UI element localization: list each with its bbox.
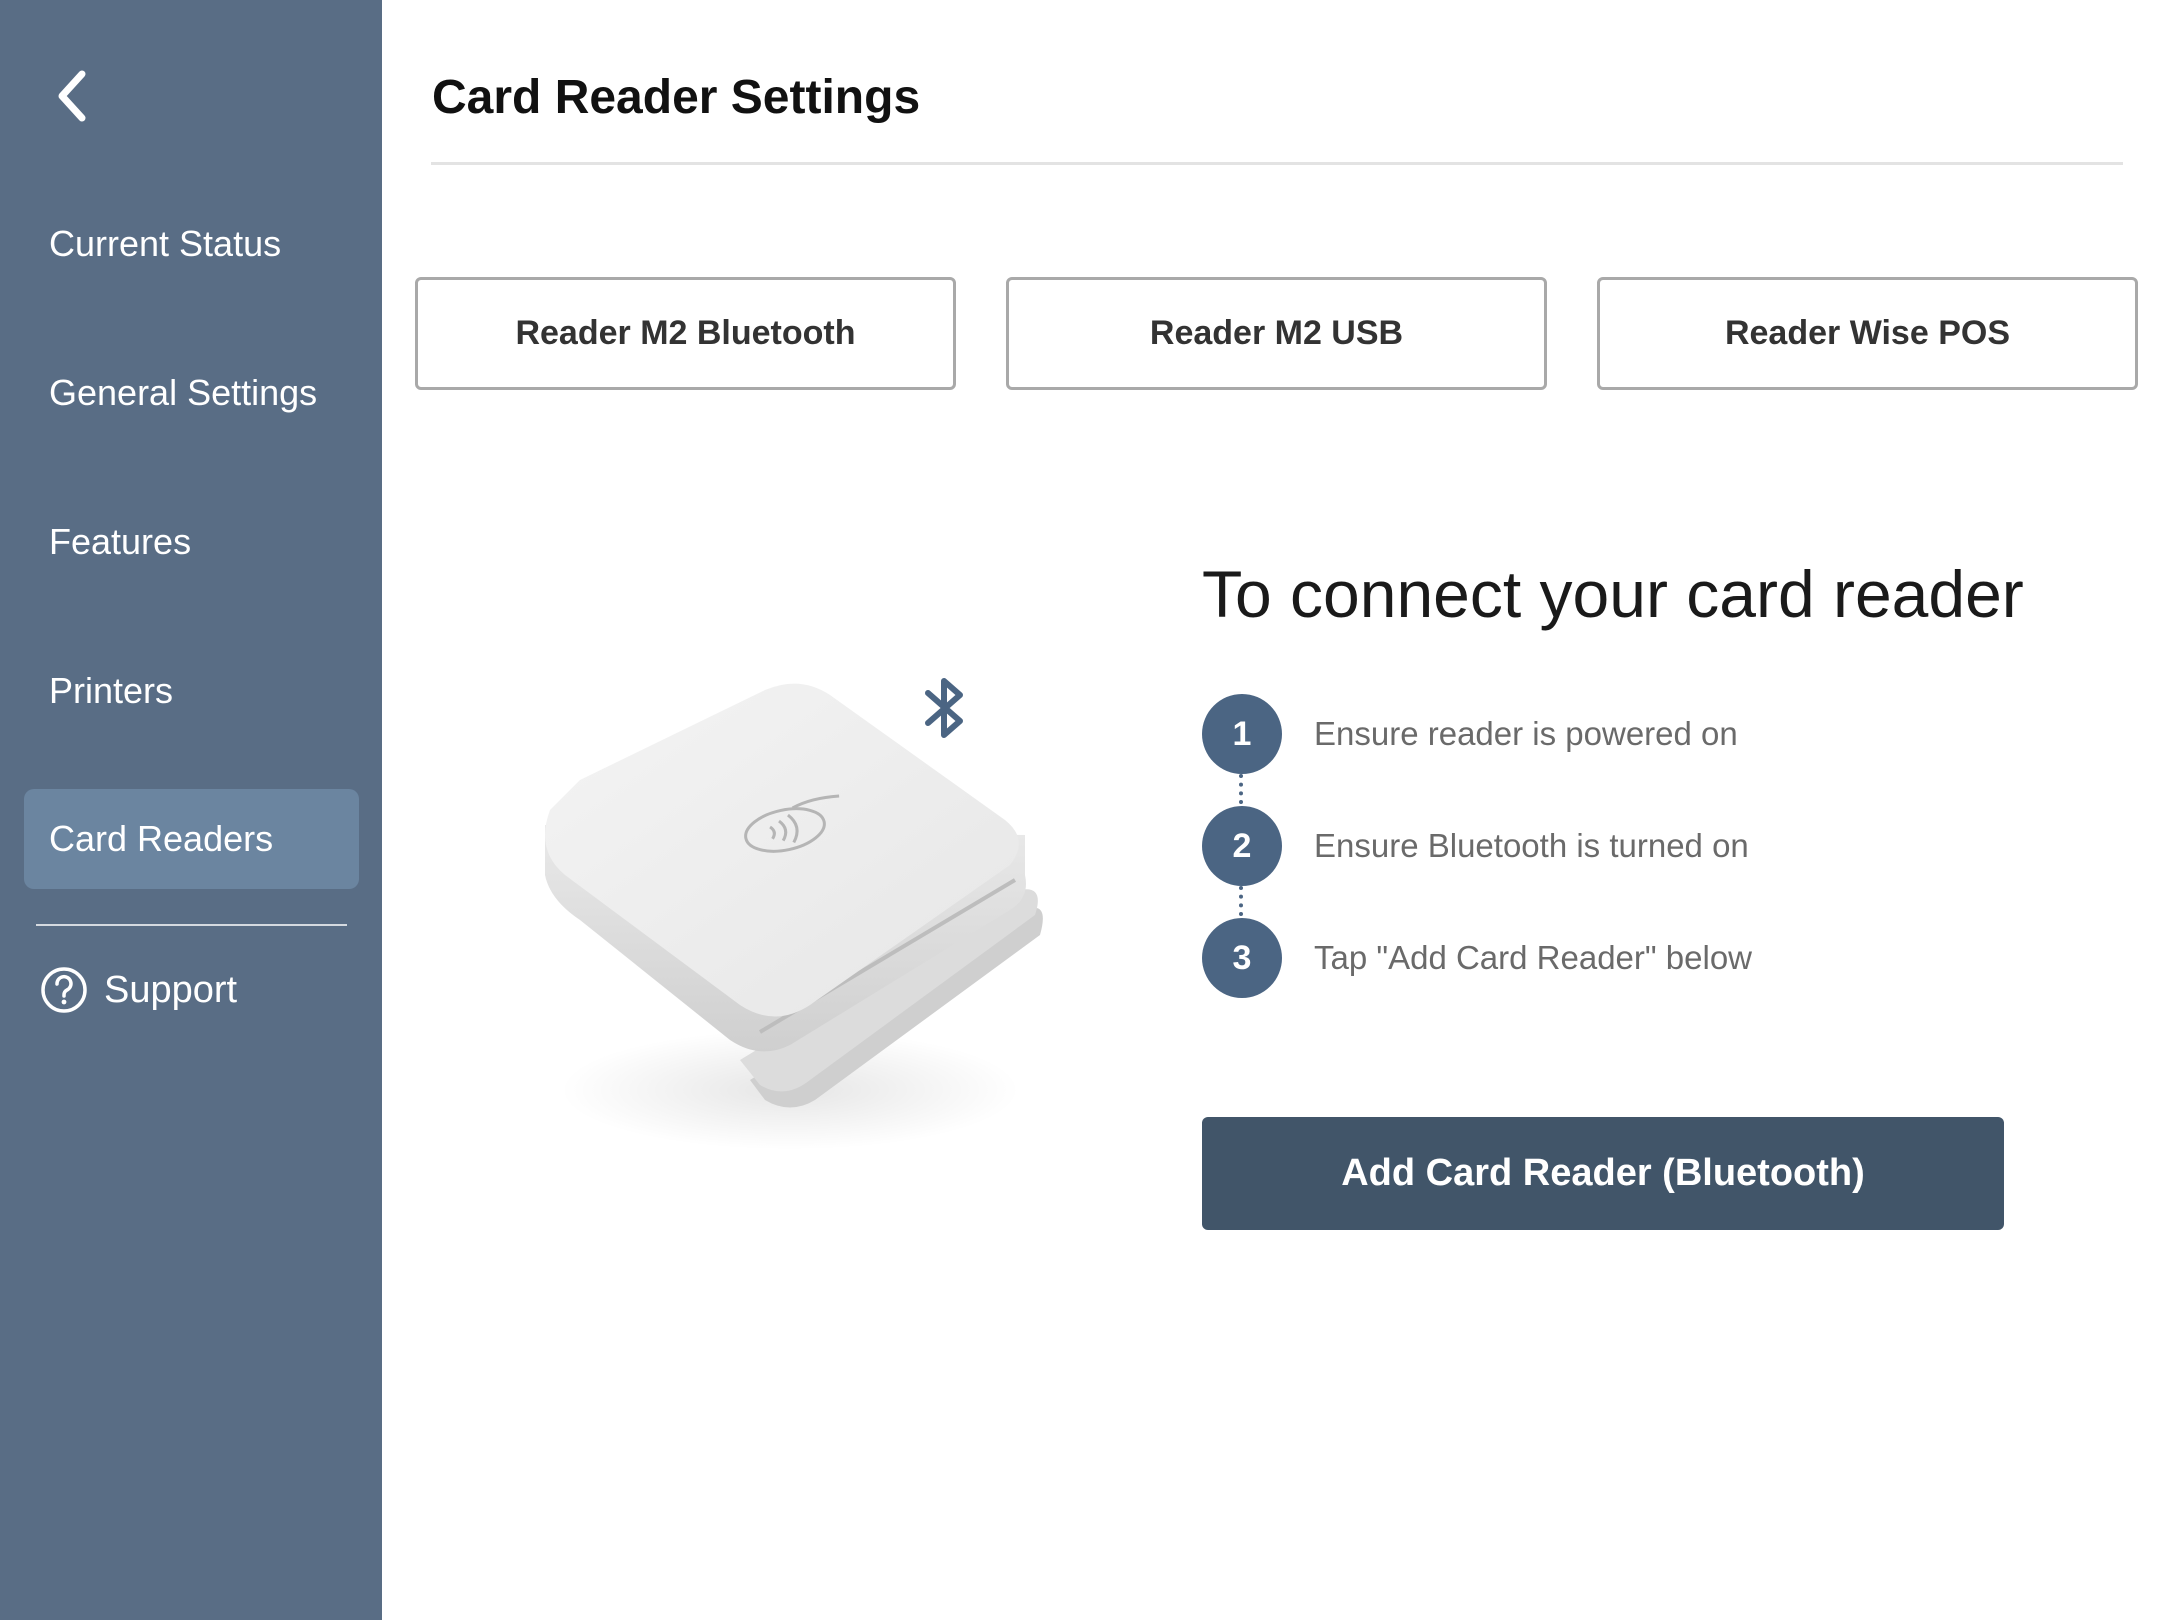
support-label: Support	[104, 968, 238, 1011]
sidebar-divider	[36, 924, 347, 926]
card-reader-illustration	[520, 660, 1080, 1180]
step-number: 1	[1202, 694, 1282, 774]
back-button[interactable]	[46, 66, 98, 126]
step-3: 3 Tap "Add Card Reader" below	[1202, 918, 1752, 998]
sidebar-item-current-status[interactable]: Current Status	[24, 194, 359, 294]
step-number: 2	[1202, 806, 1282, 886]
connect-heading: To connect your card reader	[1202, 557, 2024, 631]
step-1: 1 Ensure reader is powered on	[1202, 694, 1738, 774]
bluetooth-icon	[925, 678, 963, 738]
tab-reader-wise-pos[interactable]: Reader Wise POS	[1597, 277, 2138, 390]
add-card-reader-button[interactable]: Add Card Reader (Bluetooth)	[1202, 1117, 2004, 1230]
step-text: Tap "Add Card Reader" below	[1314, 939, 1753, 976]
tab-reader-m2-bluetooth[interactable]: Reader M2 Bluetooth	[415, 277, 956, 390]
tab-reader-m2-usb[interactable]: Reader M2 USB	[1006, 277, 1547, 390]
sidebar-item-printers[interactable]: Printers	[24, 641, 359, 741]
step-text: Ensure reader is powered on	[1314, 715, 1738, 752]
step-text: Ensure Bluetooth is turned on	[1314, 827, 1749, 864]
chevron-left-icon	[58, 70, 86, 122]
page-title: Card Reader Settings	[432, 71, 921, 124]
support-link[interactable]: Support	[40, 960, 237, 1020]
sidebar: Current Status General Settings Features…	[0, 0, 382, 1620]
sidebar-item-card-readers[interactable]: Card Readers	[24, 789, 359, 889]
step-connector	[1239, 774, 1245, 804]
title-divider	[431, 162, 2123, 165]
sidebar-item-features[interactable]: Features	[24, 492, 359, 592]
step-2: 2 Ensure Bluetooth is turned on	[1202, 806, 1749, 886]
step-connector	[1239, 886, 1245, 916]
help-circle-icon	[40, 966, 88, 1014]
step-number: 3	[1202, 918, 1282, 998]
sidebar-item-general-settings[interactable]: General Settings	[24, 343, 359, 443]
